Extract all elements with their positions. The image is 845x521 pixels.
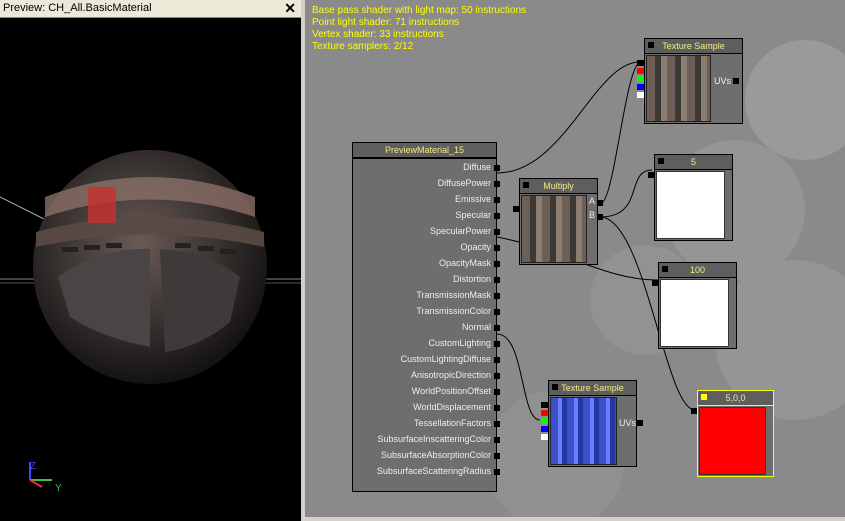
constant-5-title[interactable]: 5 [654, 154, 733, 170]
vector-constant-preview [699, 407, 766, 475]
material-input-label: SubsurfaceInscatteringColor [377, 434, 491, 444]
close-icon[interactable]: ✕ [284, 0, 296, 17]
material-input-port[interactable] [494, 245, 500, 251]
preview-viewport[interactable]: Z Y [0, 17, 301, 521]
constant-100-title[interactable]: 100 [658, 262, 737, 278]
material-input-port[interactable] [494, 469, 500, 475]
channel-a[interactable] [637, 92, 644, 98]
material-input-label: DiffusePower [437, 178, 491, 188]
status-strip [305, 517, 845, 521]
normal-texture-thumbnail [550, 397, 617, 465]
material-input-port[interactable] [494, 309, 500, 315]
channel-g[interactable] [541, 418, 548, 424]
material-input-label: TransmissionColor [416, 306, 491, 316]
material-input-port[interactable] [494, 229, 500, 235]
stat-line: Vertex shader: 33 instructions [312, 29, 444, 40]
material-input-label: OpacityMask [438, 258, 491, 268]
material-input-label: Normal [461, 322, 491, 332]
channel-rgb[interactable] [541, 402, 548, 408]
input-b-port[interactable] [597, 214, 603, 220]
material-input-port[interactable] [494, 277, 500, 283]
material-input-label: CustomLightingDiffuse [400, 354, 491, 364]
material-input-port[interactable] [494, 325, 500, 331]
constant-100-output-port[interactable] [652, 280, 658, 286]
channel-b[interactable] [637, 84, 644, 90]
axis-z-label: Z [30, 461, 36, 472]
material-input-port[interactable] [494, 341, 500, 347]
material-input-port[interactable] [494, 293, 500, 299]
material-node-title[interactable]: PreviewMaterial_15 [352, 142, 497, 158]
material-input-port[interactable] [494, 373, 500, 379]
constant-100-preview [660, 279, 729, 347]
material-input-port[interactable] [494, 181, 500, 187]
texture-sample-1-title[interactable]: Texture Sample [644, 38, 743, 54]
channel-b[interactable] [541, 426, 548, 432]
material-input-label: AnisotropicDirection [410, 370, 491, 380]
material-input-port[interactable] [494, 405, 500, 411]
channel-a[interactable] [541, 434, 548, 440]
vector-constant-output-port[interactable] [691, 408, 697, 414]
material-editor-canvas[interactable]: Base pass shader with light map: 50 inst… [305, 0, 845, 517]
material-input-label: SpecularPower [429, 226, 491, 236]
axis-y-label: Y [55, 483, 62, 494]
material-input-label: SubsurfaceAbsorptionColor [380, 450, 491, 460]
preview-panel[interactable]: Preview: CH_All.BasicMaterial ✕ Z Y [0, 0, 301, 521]
stat-line: Point light shader: 71 instructions [312, 17, 460, 28]
constant-5-preview [656, 171, 725, 239]
axis-x [29, 479, 43, 488]
channel-r[interactable] [637, 68, 644, 74]
material-input-port[interactable] [494, 261, 500, 267]
material-input-label: WorldPositionOffset [411, 386, 491, 396]
channel-r[interactable] [541, 410, 548, 416]
diffuse-texture-thumbnail [646, 55, 711, 122]
material-input-label: SubsurfaceScatteringRadius [376, 466, 491, 476]
material-input-port[interactable] [494, 421, 500, 427]
material-input-port[interactable] [494, 437, 500, 443]
input-a-label: A [588, 196, 595, 206]
stat-line: Texture samplers: 2/12 [312, 41, 414, 52]
uvs-label: UVs [713, 76, 731, 86]
material-input-label: CustomLighting [428, 338, 491, 348]
multiply-preview-thumbnail [521, 195, 587, 263]
material-input-label: Specular [455, 210, 491, 220]
stat-line: Base pass shader with light map: 50 inst… [312, 5, 526, 16]
uvs-port[interactable] [637, 420, 643, 426]
material-input-port[interactable] [494, 389, 500, 395]
preview-title: Preview: CH_All.BasicMaterial [3, 2, 152, 14]
multiply-output-port[interactable] [513, 206, 519, 212]
texture-sample-2-title[interactable]: Texture Sample [548, 380, 637, 396]
material-input-port[interactable] [494, 453, 500, 459]
material-input-label: TessellationFactors [413, 418, 491, 428]
constant-5-output-port[interactable] [648, 172, 654, 178]
channel-rgb[interactable] [637, 60, 644, 66]
input-b-label: B [588, 210, 595, 220]
uvs-label: UVs [618, 418, 636, 428]
material-input-label: Opacity [460, 242, 491, 252]
uvs-port[interactable] [733, 78, 739, 84]
material-input-port[interactable] [494, 213, 500, 219]
material-input-port[interactable] [494, 165, 500, 171]
channel-g[interactable] [637, 76, 644, 82]
material-input-label: WorldDisplacement [413, 402, 491, 412]
multiply-title[interactable]: Multiply [519, 178, 598, 194]
material-input-label: Emissive [454, 194, 491, 204]
material-input-port[interactable] [494, 357, 500, 363]
material-input-label: Distortion [452, 274, 491, 284]
shader-stats: Base pass shader with light map: 50 inst… [312, 5, 526, 53]
material-input-port[interactable] [494, 197, 500, 203]
vector-constant-title[interactable]: 5,0,0 [697, 390, 774, 406]
material-input-label: Diffuse [463, 162, 491, 172]
material-input-label: TransmissionMask [416, 290, 491, 300]
preview-title-bar: Preview: CH_All.BasicMaterial ✕ [0, 0, 301, 18]
input-a-port[interactable] [597, 200, 603, 206]
